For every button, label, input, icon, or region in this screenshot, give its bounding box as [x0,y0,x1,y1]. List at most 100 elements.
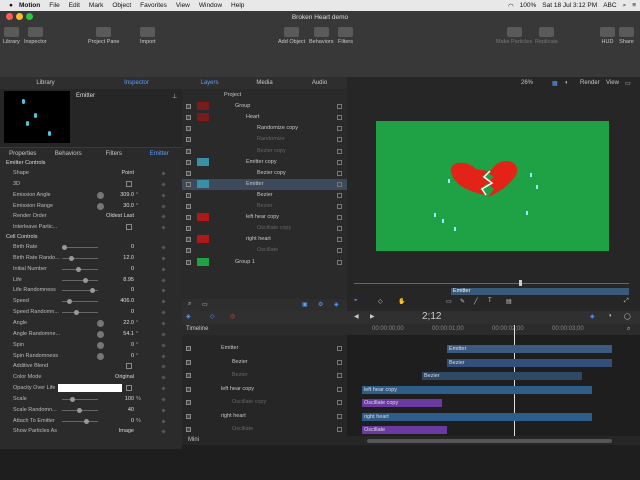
keyframe-icon[interactable] [161,245,166,250]
menu-mark[interactable]: Mark [89,2,103,9]
layer-row[interactable]: Bezier [182,190,347,201]
layer-enable-checkbox[interactable] [186,346,191,351]
timeline-bar[interactable]: right heart [362,412,592,421]
behaviors-button[interactable]: Behaviors [309,27,333,45]
param-value[interactable]: 406.0 [120,296,134,307]
apple-icon[interactable]: ● [9,2,13,9]
slider-knob[interactable] [62,245,67,251]
zoom-level[interactable]: 26% [521,80,533,86]
timeline-bar[interactable]: Emitter [447,345,612,353]
lock-icon[interactable] [337,204,342,209]
slider-knob[interactable] [74,310,79,316]
lock-icon[interactable] [337,170,342,176]
keyframe-icon[interactable] [161,386,166,391]
menu-object[interactable]: Object [112,2,131,9]
layer-enable-checkbox[interactable] [186,386,191,392]
keyframe-icon[interactable] [161,171,166,176]
tab-audio[interactable]: Audio [292,77,347,89]
param-value[interactable]: 30.0 [123,201,134,212]
layer-row[interactable]: Group [182,101,347,112]
param-value[interactable]: 0 [131,351,134,362]
go-to-start-icon[interactable]: ◀ [354,313,359,320]
slider-knob[interactable] [90,288,95,294]
layer-enable-checkbox[interactable] [186,104,191,110]
layer-enable-checkbox[interactable] [186,148,191,154]
timeline-layer-row[interactable]: Bezier [182,370,347,381]
menu-list-icon[interactable]: ≡ [632,2,636,9]
layer-enable-checkbox[interactable] [186,170,191,176]
lock-icon[interactable] [337,104,342,110]
param-value[interactable]: Oldest Last [106,211,134,222]
lock-icon[interactable] [337,413,342,419]
param-slider[interactable] [62,312,98,314]
add-object-button[interactable]: Add Object [278,27,305,45]
select-tool-icon[interactable]: ⌖ [354,298,357,305]
layer-row[interactable]: Emitter [182,178,347,190]
param-value[interactable]: 0 [131,242,134,253]
timeline-layer-row[interactable]: Emitter [182,343,347,354]
layer-row[interactable]: Heart [182,112,347,123]
layer-row[interactable]: Randomize [182,134,347,145]
param-value[interactable]: 309.0 [120,190,134,201]
slider-knob[interactable] [84,418,89,424]
tab-inspector[interactable]: Inspector [91,77,182,89]
transform-tool-icon[interactable]: ◇ [378,298,383,305]
param-value[interactable]: 40 [128,405,134,416]
keyframe-icon[interactable] [161,364,166,369]
timeline-layer-row[interactable]: Bezier [182,357,347,368]
keyframe-icon[interactable] [161,225,166,230]
layer-enable-checkbox[interactable] [186,226,191,232]
make-particles-button[interactable]: Make Particles [496,27,532,45]
param-checkbox[interactable] [126,363,132,370]
keyframe-icon[interactable] [161,429,166,435]
angle-dial[interactable] [97,202,104,210]
layer-row[interactable]: Emitter copy [182,157,347,168]
share-button[interactable]: Share [619,27,634,45]
slider-knob[interactable] [77,407,82,413]
text-tool-icon[interactable]: T [488,298,492,304]
layer-enable-checkbox[interactable] [186,215,191,221]
param-value[interactable]: 12.0 [123,253,134,264]
menu-help[interactable]: Help [231,2,244,9]
timeline-bar[interactable]: Oscillate [362,426,447,434]
layer-enable-checkbox[interactable] [186,413,191,419]
display-icon[interactable]: ◐ [565,80,569,86]
layer-row[interactable]: Oscillate [182,245,347,256]
lock-icon[interactable] [337,115,342,121]
slider-knob[interactable] [69,255,74,261]
keyframe-icon[interactable] [161,310,166,315]
add-layer-icon[interactable]: ▣ [302,301,308,308]
tab-filters[interactable]: Filters [91,148,137,159]
pan-tool-icon[interactable]: ✋ [398,298,405,305]
tab-media[interactable]: Media [237,77,292,89]
param-value[interactable]: 0 [131,264,134,275]
lock-icon[interactable] [337,192,342,198]
layer-enable-checkbox[interactable] [186,237,191,243]
lock-icon[interactable] [337,237,342,243]
keyframe-icon[interactable] [161,418,166,424]
menu-window[interactable]: Window [199,2,222,9]
tab-library[interactable]: Library [0,77,91,89]
tab-behaviors[interactable]: Behaviors [46,148,92,159]
bezier-tool-icon[interactable]: ✎ [460,298,465,305]
keyframe-icon[interactable] [161,203,166,209]
mute-icon[interactable]: ◯ [624,313,631,320]
keyframe-icon[interactable] [161,277,166,283]
timeline-layer-row[interactable]: Oscillate copy [182,397,347,408]
record-button[interactable]: ◎ [230,313,235,320]
menu-favorites[interactable]: Favorites [140,2,167,9]
param-value[interactable]: 54.1 [123,329,134,340]
filters-filter-icon[interactable]: ◈ [334,301,339,308]
layer-row[interactable]: Group 1 [182,257,347,268]
slider-knob[interactable] [76,266,81,272]
layer-enable-checkbox[interactable] [186,248,191,254]
angle-dial[interactable] [97,319,104,327]
lock-icon[interactable] [337,226,342,232]
project-pane-button[interactable]: Project Pane [88,27,120,45]
timecode[interactable]: 2;12 [422,311,441,322]
timeline-toggle-icon[interactable]: ◈ [186,313,191,320]
timeline-bar[interactable]: left hear copy [362,385,592,394]
timeline-bar[interactable]: Bezier [447,358,612,367]
menu-view[interactable]: View [176,2,190,9]
keyframe-icon[interactable] [161,343,166,348]
